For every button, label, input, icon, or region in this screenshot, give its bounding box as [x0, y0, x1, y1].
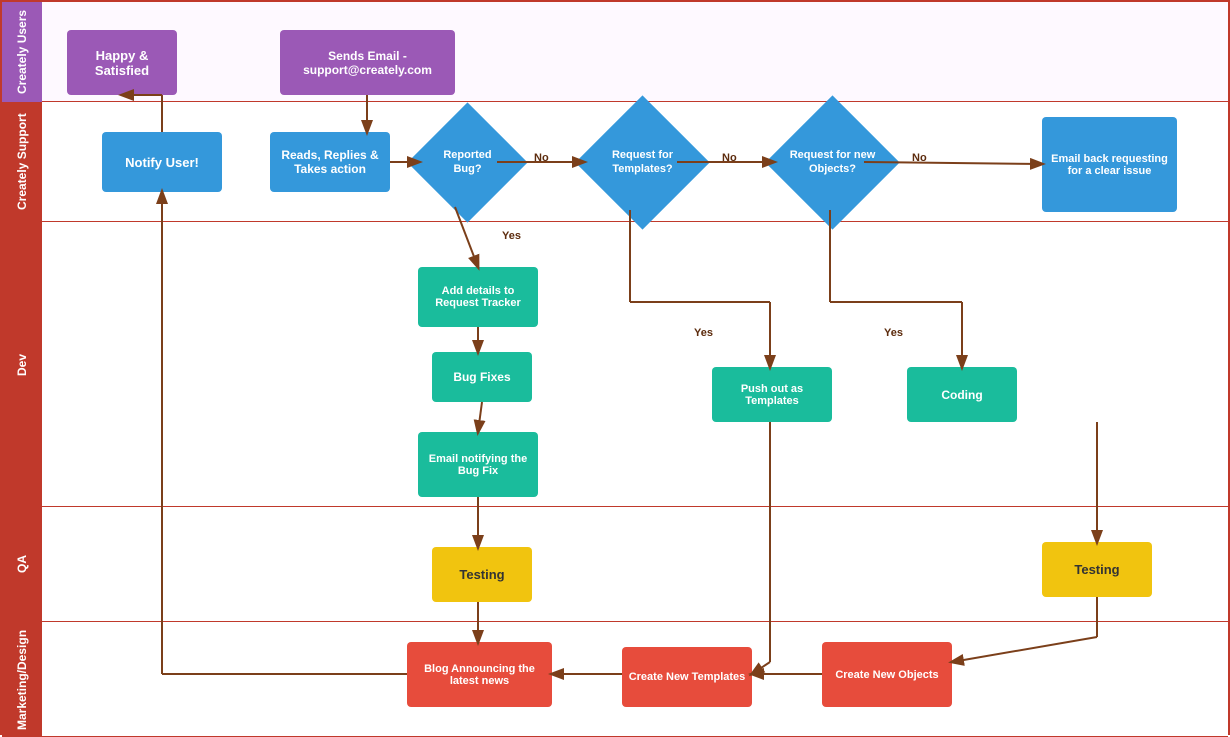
label-yes-2: Yes — [694, 327, 713, 339]
node-reads-replies: Reads, Replies & Takes action — [270, 132, 390, 192]
label-no-2: No — [722, 152, 737, 164]
label-yes-3: Yes — [884, 327, 903, 339]
lane-users: Creately Users — [2, 2, 42, 102]
row-dev — [42, 222, 1228, 507]
lane-marketing: Marketing/Design — [2, 622, 42, 737]
label-no-3: No — [912, 152, 927, 164]
node-testing-1: Testing — [432, 547, 532, 602]
node-email-notify: Email notifying the Bug Fix — [418, 432, 538, 497]
node-create-objects: Create New Objects — [822, 642, 952, 707]
node-happy-satisfied: Happy & Satisfied — [67, 30, 177, 95]
node-push-templates: Push out as Templates — [712, 367, 832, 422]
row-users — [42, 2, 1228, 102]
node-add-details: Add details to Request Tracker — [418, 267, 538, 327]
node-notify-user: Notify User! — [102, 132, 222, 192]
lane-dev: Dev — [2, 222, 42, 507]
lane-qa: QA — [2, 507, 42, 622]
node-reported-bug: Reported Bug? — [412, 117, 522, 207]
node-create-templates: Create New Templates — [622, 647, 752, 707]
label-no-1: No — [534, 152, 549, 164]
label-yes-1: Yes — [502, 230, 521, 242]
node-blog: Blog Announcing the latest news — [407, 642, 552, 707]
node-request-objects: Request for new Objects? — [772, 117, 892, 207]
node-email-back: Email back requesting for a clear issue — [1042, 117, 1177, 212]
node-sends-email: Sends Email - support@creately.com — [280, 30, 455, 95]
diagram-container: Creately Users Creately Support Dev QA M… — [0, 0, 1230, 735]
swim-lanes: Creately Users Creately Support Dev QA M… — [2, 2, 42, 733]
node-testing-2: Testing — [1042, 542, 1152, 597]
node-bug-fixes: Bug Fixes — [432, 352, 532, 402]
node-request-templates: Request for Templates? — [582, 117, 702, 207]
lane-support: Creately Support — [2, 102, 42, 222]
node-coding: Coding — [907, 367, 1017, 422]
